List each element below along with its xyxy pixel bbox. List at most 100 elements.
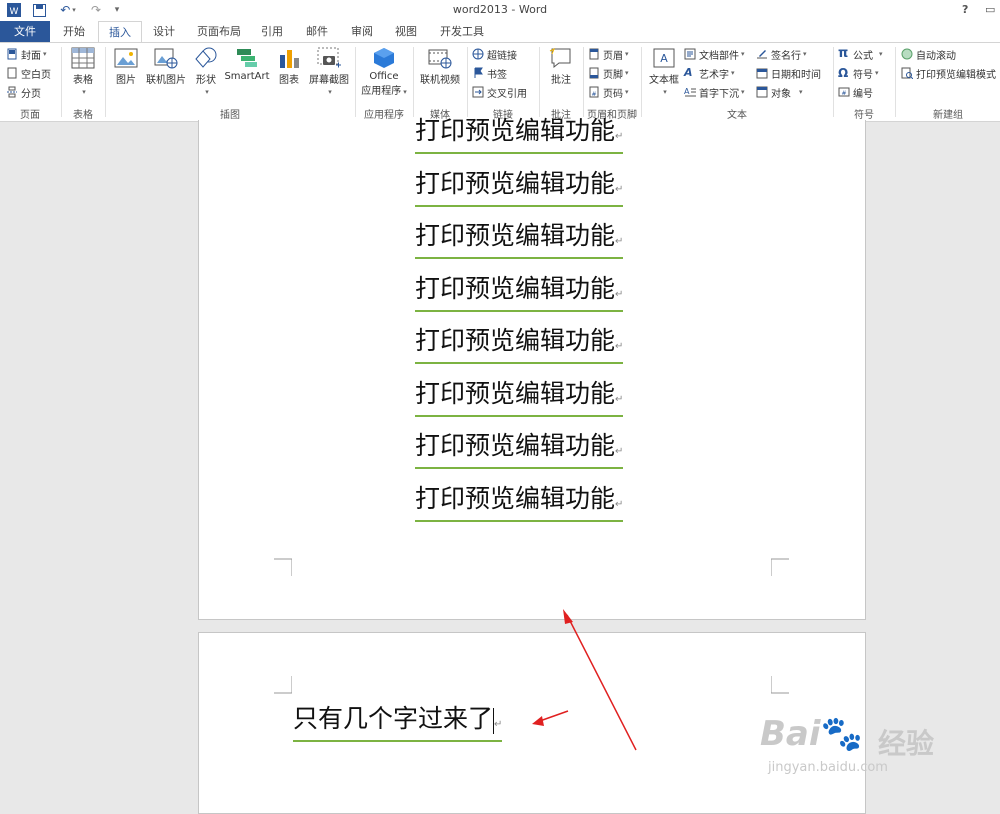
paragraph-line[interactable]: 打印预览编辑功能↵ (415, 379, 624, 417)
paragraph-text: 打印预览编辑功能 (415, 221, 616, 250)
header-button[interactable]: 页眉 ▾ (588, 45, 629, 63)
paragraph-text: 打印预览编辑功能 (415, 274, 616, 303)
tab-developer[interactable]: 开发工具 (433, 21, 491, 42)
ribbon: 封面 ▾ 空白页 分页 页面 表格 ▾ 表格 图片 联机图片 形状 ▾ SmartAr… (0, 42, 1000, 122)
auto-scroll-label: 自动滚动 (916, 50, 956, 62)
page-break-button[interactable]: 分页 (6, 83, 41, 101)
signature-line-button[interactable]: 签名行 ▾ (756, 45, 807, 63)
blank-page-button[interactable]: 空白页 (6, 64, 51, 82)
pictures-button[interactable]: 图片 (110, 47, 142, 86)
wordart-button[interactable]: A 艺术字 ▾ (684, 64, 735, 82)
paragraph-mark-icon: ↵ (615, 131, 624, 142)
footer-icon (588, 67, 600, 79)
tab-view[interactable]: 视图 (387, 21, 425, 42)
office-apps-label-1: Office (369, 71, 399, 82)
equation-button[interactable]: π 公式 ▾ (838, 45, 883, 63)
auto-scroll-button[interactable]: 自动滚动 (901, 45, 956, 63)
paragraph-line[interactable]: 打印预览编辑功能↵ (415, 169, 624, 207)
object-button[interactable]: 对象 ▾ (756, 83, 803, 101)
cover-page-button[interactable]: 封面 ▾ (6, 45, 47, 63)
page-number-button[interactable]: # 页码 ▾ (588, 83, 629, 101)
textbox-label: 文本框 (649, 75, 679, 86)
page-break-label: 分页 (21, 88, 41, 100)
object-label: 对象 (771, 88, 791, 100)
online-picture-icon (154, 47, 178, 69)
object-icon (756, 86, 768, 98)
tab-review[interactable]: 审阅 (343, 21, 381, 42)
online-pictures-button[interactable]: 联机图片 (144, 47, 188, 86)
paragraph-line[interactable]: 打印预览编辑功能↵ (415, 431, 624, 469)
tab-design[interactable]: 设计 (145, 21, 183, 42)
calendar-icon (756, 67, 768, 79)
office-apps-button[interactable]: Office 应用程序 ▾ (358, 47, 410, 97)
group-label-pages: 页面 (20, 110, 40, 121)
margin-corner-mark (771, 558, 789, 576)
footer-button[interactable]: 页脚 ▾ (588, 64, 629, 82)
svg-text:A: A (660, 52, 668, 65)
tab-page-layout[interactable]: 页面布局 (190, 21, 248, 42)
help-button[interactable]: ? (962, 3, 968, 16)
hyperlink-label: 超链接 (487, 50, 517, 62)
signature-line-icon (756, 48, 768, 60)
group-label-illustrations: 插图 (220, 110, 240, 121)
drop-cap-button[interactable]: A 首字下沉 ▾ (684, 83, 745, 101)
hyperlink-button[interactable]: 超链接 (472, 45, 517, 63)
table-button[interactable]: 表格 ▾ (66, 47, 100, 97)
header-label: 页眉 (603, 50, 623, 62)
quick-parts-button[interactable]: 文档部件 ▾ (684, 45, 745, 63)
paragraph-line[interactable]: 只有几个字过来了↵ (293, 704, 503, 742)
tab-file[interactable]: 文件 (0, 21, 50, 42)
paragraph-line[interactable]: 打印预览编辑功能↵ (415, 274, 624, 312)
group-label-apps: 应用程序 (364, 110, 404, 121)
paragraph-line[interactable]: 打印预览编辑功能↵ (415, 221, 624, 259)
picture-icon (114, 47, 138, 69)
online-video-button[interactable]: 联机视频 (416, 47, 464, 86)
number-button[interactable]: # 编号 (838, 83, 873, 101)
wordart-icon: A (684, 66, 693, 79)
group-label-tables: 表格 (73, 110, 93, 121)
tab-insert[interactable]: 插入 (98, 21, 142, 43)
page-break-icon (6, 86, 18, 98)
paragraph-mark-icon: ↵ (615, 341, 624, 352)
chart-label: 图表 (279, 75, 299, 86)
date-time-button[interactable]: 日期和时间 (756, 64, 821, 82)
print-preview-edit-mode-button[interactable]: 打印预览编辑模式 (901, 64, 996, 82)
group-label-text: 文本 (727, 110, 747, 121)
paragraph-text: 打印预览编辑功能 (415, 379, 616, 408)
paragraph-line[interactable]: 打印预览编辑功能↵ (415, 116, 624, 154)
paragraph-line[interactable]: 打印预览编辑功能↵ (415, 484, 624, 522)
cross-reference-button[interactable]: 交叉引用 (472, 83, 527, 101)
blank-page-label: 空白页 (21, 69, 51, 81)
watermark-brand-text: Bai (760, 714, 821, 754)
bookmark-label: 书签 (487, 69, 507, 81)
svg-text:#: # (591, 91, 596, 98)
paragraph-mark-icon: ↵ (615, 394, 624, 405)
number-label: 编号 (853, 88, 873, 100)
tab-home[interactable]: 开始 (55, 21, 93, 42)
smartart-label: SmartArt (224, 71, 270, 82)
margin-corner-mark (274, 676, 292, 694)
textbox-button[interactable]: A 文本框 ▾ (646, 47, 682, 97)
smartart-button[interactable]: SmartArt (224, 47, 270, 82)
page-number-label: 页码 (603, 88, 623, 100)
comment-button[interactable]: 批注 (544, 47, 578, 86)
screenshot-button[interactable]: 屏幕截图 ▾ (306, 47, 352, 97)
chart-button[interactable]: 图表 (274, 47, 304, 86)
online-video-label: 联机视频 (420, 75, 460, 86)
bookmark-icon (472, 67, 484, 79)
shapes-button[interactable]: 形状 ▾ (190, 47, 222, 97)
bookmark-button[interactable]: 书签 (472, 64, 507, 82)
cross-reference-label: 交叉引用 (487, 88, 527, 100)
tab-mailings[interactable]: 邮件 (298, 21, 336, 42)
quick-parts-icon (684, 48, 696, 60)
circle-icon (901, 48, 913, 60)
shapes-icon (194, 47, 218, 69)
symbol-button[interactable]: Ω 符号 ▾ (838, 64, 879, 82)
paragraph-line[interactable]: 打印预览编辑功能↵ (415, 326, 624, 364)
restore-button[interactable]: ▭ (985, 3, 995, 16)
table-icon (71, 47, 95, 69)
equation-label: 公式 (853, 50, 873, 62)
tab-references[interactable]: 引用 (253, 21, 291, 42)
paragraph-text: 只有几个字过来了 (293, 704, 494, 733)
comment-label: 批注 (551, 75, 571, 86)
